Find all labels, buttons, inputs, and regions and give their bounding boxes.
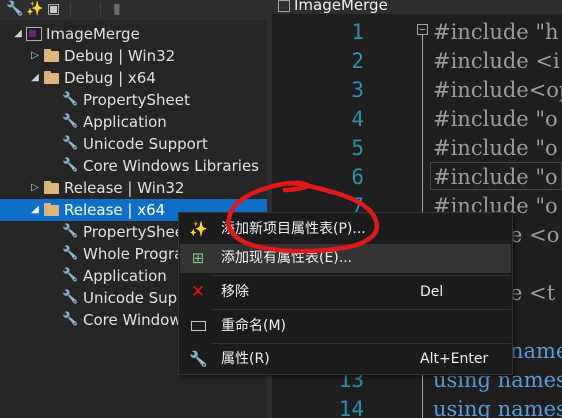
project-icon [26,27,42,41]
menu-separator [211,343,511,344]
editor-tab[interactable]: ImageMerge [272,0,562,14]
menu-item-rename[interactable]: 重命名(M) [180,312,511,341]
tree-item-label: Application [83,267,167,285]
wrench-icon: 🔧 [62,92,79,107]
code-line: using names [433,397,562,418]
code-line: #include "o [433,107,558,131]
tab-title: ImageMerge [294,0,388,14]
rename-icon [189,318,207,335]
tree-item-property-sheet[interactable]: 🔧 Unicode Support [0,133,267,155]
toolbar-separator [70,2,71,17]
collapsed-arrow-icon[interactable]: ▷ [29,45,41,67]
wrench-icon: 🔧 [62,224,79,239]
tree-item-label: Application [83,113,167,131]
context-menu: ✨ 添加新项目属性表(P)... ⊞ 添加现有属性表(E)... ✕ 移除 De… [178,212,513,375]
wrench-icon: 🔧 [62,136,79,151]
wrench-icon: 🔧 [62,114,79,129]
menu-item-add-new-property-sheet[interactable]: ✨ 添加新项目属性表(P)... [180,215,511,244]
tree-item-config[interactable]: ▷ Debug | Win32 [0,45,267,67]
wrench-icon: 🔧 [189,350,208,368]
menu-separator [211,275,511,276]
menu-item-label: 移除 [221,284,249,300]
expand-arrow-icon[interactable]: ◢ [12,23,24,45]
remove-x-icon: ✕ [190,282,206,302]
line-number: 6 [351,165,364,189]
code-line: names [510,339,562,363]
menu-item-label: 添加现有属性表(E)... [221,250,353,266]
menu-separator [211,309,511,310]
wrench-icon: 🔧 [62,268,79,283]
tree-item-config[interactable]: ▷ Release | Win32 [0,177,267,199]
tree-item-label: PropertySheet [83,223,190,241]
wrench-icon: 🔧 [62,246,79,261]
add-new-property-sheet-icon: ✨ [189,220,208,238]
tree-item-label: Core Windows Libraries [83,157,259,175]
properties-page-icon[interactable]: ▮ [113,0,121,18]
menu-item-label: 属性(R) [221,351,270,367]
folder-icon [44,181,60,197]
tree-item-project[interactable]: ◢ ImageMerge [0,23,267,45]
tree-item-property-sheet[interactable]: 🔧 Application [0,111,267,133]
menu-item-properties[interactable]: 🔧 属性(R) Alt+Enter [180,345,511,374]
code-line: e <o [510,223,560,247]
tree-item-label: Release | Win32 [64,179,185,197]
wrench-icon: 🔧 [62,312,79,327]
tree-item-label: Debug | x64 [64,69,156,87]
tree-item-label: Release | x64 [64,201,166,219]
tree-item-config[interactable]: ◢ Debug | x64 [0,67,267,89]
expand-arrow-icon[interactable]: ◢ [29,199,41,221]
tree-item-label: ImageMerge [46,25,140,43]
menu-item-label: 添加新项目属性表(P)... [221,221,366,237]
tree-item-label: PropertySheet [83,91,190,109]
folder-open-icon [44,71,60,87]
property-manager-toolbar: 🔧 ✨ ▣ ▮ [0,0,267,20]
wrench-icon[interactable]: 🔧 [6,0,23,18]
collapse-region-icon[interactable]: − [417,24,428,35]
line-number: 14 [338,397,364,418]
line-number: 4 [351,107,364,131]
wrench-icon: 🔧 [62,290,79,305]
menu-item-add-existing-property-sheet[interactable]: ⊞ 添加现有属性表(E)... [180,244,511,273]
folder-icon [44,49,60,65]
tree-item-label: Unicode Support [83,135,208,153]
menu-item-shortcut: Alt+Enter [420,351,489,367]
add-existing-property-sheet-icon: ⊞ [191,249,205,267]
add-existing-sheet-icon[interactable]: ▣ [47,0,60,18]
code-line: #include "o [433,136,558,160]
code-line: e <t [510,281,556,305]
line-number: 2 [351,49,364,73]
line-number: 3 [351,78,364,102]
code-line: #include <i [433,49,560,73]
line-number: 1 [351,20,364,44]
add-property-sheet-icon[interactable]: ✨ [26,0,43,18]
expand-arrow-icon[interactable]: ◢ [29,67,41,89]
menu-item-label: 重命名(M) [221,318,287,334]
menu-item-remove[interactable]: ✕ 移除 Del [180,278,511,307]
menu-item-shortcut: Del [420,284,444,300]
code-line: #include<op [433,78,562,102]
folder-open-icon [44,203,60,219]
tree-item-property-sheet[interactable]: 🔧 PropertySheet [0,89,267,111]
toolbar-separator [100,2,101,17]
code-line: #include "o [433,165,558,189]
tree-item-label: Debug | Win32 [64,47,176,65]
line-number: 5 [351,136,364,160]
collapsed-arrow-icon[interactable]: ▷ [29,177,41,199]
file-icon [278,0,290,12]
wrench-icon: 🔧 [62,158,79,173]
tree-item-property-sheet[interactable]: 🔧 Core Windows Libraries [0,155,267,177]
code-line: #include "h [433,20,559,44]
